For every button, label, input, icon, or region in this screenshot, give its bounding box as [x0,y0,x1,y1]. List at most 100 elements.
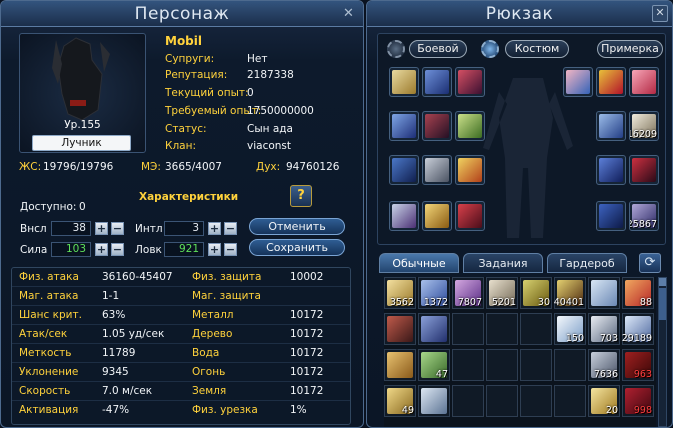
inventory-cell[interactable]: 703 [588,313,620,345]
inventory-cell[interactable] [486,313,518,345]
inventory-cell[interactable]: 7636 [588,349,620,381]
inventory-cell[interactable]: 20 [588,385,620,417]
equip-slot[interactable] [389,67,419,97]
inventory-cell[interactable] [452,313,484,345]
inventory-cell[interactable]: 1372 [418,277,450,309]
table-row: Меткость 11789 Вода 10172 [12,344,350,363]
available-value: 0 [79,201,86,213]
close-icon[interactable]: ✕ [652,5,668,22]
inventory-cell[interactable] [520,313,552,345]
close-icon[interactable]: ✕ [340,5,357,22]
equip-slot[interactable] [455,201,485,231]
inventory-cell[interactable]: 3562 [384,277,416,309]
int-plus-button[interactable]: + [208,222,221,235]
character-portrait-icon [52,37,110,121]
vit-minus-button[interactable]: − [111,222,124,235]
inventory-cell[interactable]: 963 [622,349,654,381]
combat-stats-table: Физ. атака 36160-45407 Физ. защита 10002… [11,267,351,425]
equip-slot[interactable] [563,67,593,97]
inventory-cell[interactable] [486,385,518,417]
equip-slot[interactable] [629,155,659,185]
scroll-thumb[interactable] [659,288,666,320]
costume-toggle-icon[interactable] [481,40,499,58]
tab-wardrobe[interactable]: Гардероб [547,253,627,273]
scroll-up-icon[interactable] [659,278,666,286]
equip-slot[interactable] [596,67,626,97]
inventory-cell[interactable] [520,385,552,417]
vit-value: 38 [51,221,91,236]
tab-quests[interactable]: Задания [463,253,543,273]
table-row: Скорость 7.0 м/сек Земля 10172 [12,382,350,401]
table-row: Маг. атака 1-1 Маг. защита [12,287,350,306]
gear-icon[interactable] [387,40,405,58]
equip-slot[interactable] [389,201,419,231]
int-minus-button[interactable]: − [224,222,237,235]
inventory-cell[interactable] [418,385,450,417]
equip-slot[interactable] [422,155,452,185]
equip-slot[interactable] [422,111,452,141]
inventory-cell[interactable] [452,349,484,381]
spirit-value: 94760126 [286,161,340,173]
tab-regular[interactable]: Обычные [379,253,459,273]
inventory-cell[interactable]: 88 [622,277,654,309]
save-button[interactable]: Сохранить [249,239,345,256]
int-label: Интл [135,223,163,235]
inventory-cell[interactable] [384,313,416,345]
cancel-button[interactable]: Отменить [249,218,345,235]
inventory-grid: 3562 1372 7807 5201 30 40401 88 150 703 … [384,277,656,427]
equip-slot[interactable] [596,201,626,231]
stats-title: Характеристики [139,191,239,203]
status-label: Статус: [165,123,207,135]
inventory-cell[interactable] [384,349,416,381]
inventory-cell[interactable]: 49 [384,385,416,417]
inventory-cell[interactable]: 5201 [486,277,518,309]
clan-label: Клан: [165,140,197,152]
str-minus-button[interactable]: − [111,243,124,256]
inventory-cell[interactable] [588,277,620,309]
inventory-cell[interactable] [452,385,484,417]
str-plus-button[interactable]: + [95,243,108,256]
inventory-cell[interactable]: 150 [554,313,586,345]
inventory-cell[interactable] [418,313,450,345]
inventory-scrollbar[interactable] [658,277,667,427]
help-button[interactable]: ? [290,185,312,207]
equip-slot[interactable] [389,111,419,141]
sort-inventory-icon[interactable]: ⟳ [639,253,661,273]
inventory-cell[interactable] [554,349,586,381]
inventory-cell[interactable] [486,349,518,381]
equip-slot[interactable] [455,155,485,185]
costume-mode-button[interactable]: Костюм [505,40,569,58]
inventory-cell[interactable] [554,385,586,417]
equip-slot[interactable] [629,67,659,97]
equip-slot[interactable]: 16209 [629,111,659,141]
table-row: Уклонение 9345 Огонь 10172 [12,363,350,382]
equip-slot[interactable] [596,111,626,141]
hp-value: 19796/19796 [43,161,114,173]
equip-slot[interactable] [455,67,485,97]
inventory-cell[interactable]: 40401 [554,277,586,309]
combat-mode-button[interactable]: Боевой [409,40,467,58]
equip-slot[interactable] [455,111,485,141]
inventory-cell[interactable]: 29189 [622,313,654,345]
character-name: Mobil [165,34,203,48]
spouse-label: Супруги: [165,53,215,65]
inventory-cell[interactable]: 30 [520,277,552,309]
equip-slot[interactable]: 25867 [629,201,659,231]
inventory-cell[interactable] [520,349,552,381]
vit-plus-button[interactable]: + [95,222,108,235]
dex-minus-button[interactable]: − [224,243,237,256]
reputation-label: Репутация: [165,69,228,81]
equip-slot[interactable] [422,67,452,97]
dex-plus-button[interactable]: + [208,243,221,256]
current-exp-label: Текущий опыт: [165,87,249,99]
inventory-cell[interactable]: 47 [418,349,450,381]
inventory-cell[interactable]: 998 [622,385,654,417]
backpack-window: Рюкзак ✕ Боевой Костюм Примерка 16209 25… [366,0,673,428]
inventory-cell[interactable]: 7807 [452,277,484,309]
character-class: Лучник [32,135,131,151]
equip-slot[interactable] [596,155,626,185]
fitting-button[interactable]: Примерка [597,40,663,58]
dex-label: Ловк [135,244,162,256]
equip-slot[interactable] [389,155,419,185]
equip-slot[interactable] [422,201,452,231]
